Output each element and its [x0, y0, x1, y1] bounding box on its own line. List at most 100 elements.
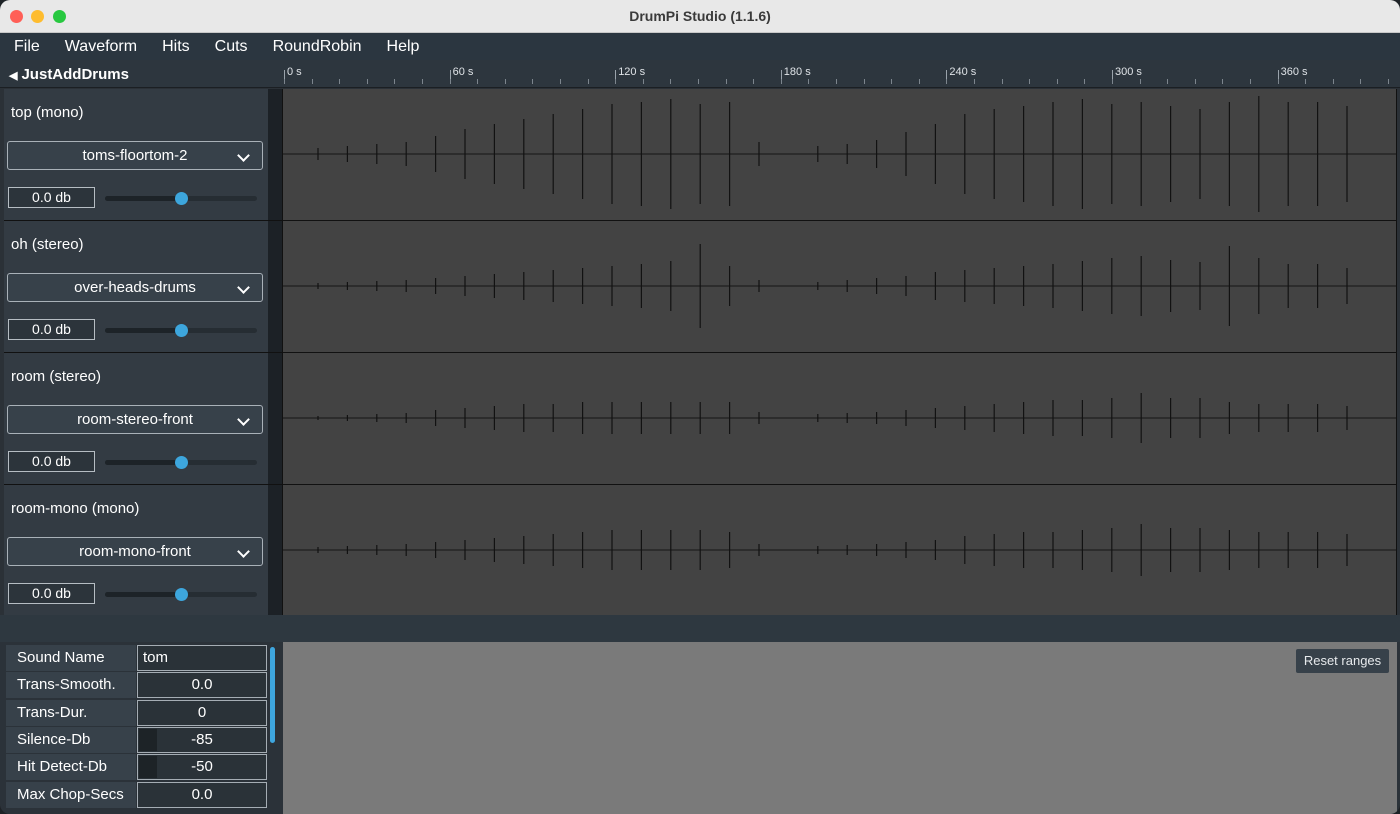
ruler-minor-tick: [422, 79, 423, 84]
param-value-field[interactable]: 0.0: [137, 781, 267, 808]
menu-file[interactable]: File: [14, 38, 40, 56]
ruler-minor-tick: [1002, 79, 1003, 84]
ruler-minor-tick: [781, 79, 782, 84]
chevron-down-icon: [237, 281, 250, 294]
track-name: oh (stereo): [11, 236, 84, 253]
ruler-minor-tick: [726, 79, 727, 84]
param-row: Max Chop-Secs 0.0: [6, 781, 268, 809]
waveform-graphic: [283, 393, 1396, 443]
track-gain-slider[interactable]: [105, 192, 257, 205]
menu-roundrobin[interactable]: RoundRobin: [273, 38, 362, 56]
track-waveform[interactable]: [283, 353, 1396, 484]
ruler-minor-tick: [560, 79, 561, 84]
project-name: JustAddDrums: [21, 66, 129, 83]
track-waveform[interactable]: [283, 221, 1396, 352]
track-preset-dropdown[interactable]: over-heads-drums: [7, 273, 263, 302]
param-value-field[interactable]: tom: [137, 645, 267, 671]
ruler-label: 0 s: [287, 66, 302, 78]
param-value-field[interactable]: -85: [137, 726, 267, 753]
track-gain-field[interactable]: 0.0 db: [8, 451, 95, 472]
track-controls: room (stereo) room-stereo-front 0.0 db: [4, 353, 268, 484]
menu-hits[interactable]: Hits: [162, 38, 190, 56]
ruler-minor-tick: [698, 79, 699, 84]
param-label: Max Chop-Secs: [6, 781, 136, 808]
ruler-label: 180 s: [783, 66, 811, 78]
ruler-minor-tick: [1195, 79, 1196, 84]
param-row: Trans-Dur. 0: [6, 699, 268, 727]
menu-waveform[interactable]: Waveform: [65, 38, 137, 56]
params-scrollbar[interactable]: [270, 647, 275, 743]
chevron-down-icon: [237, 413, 250, 426]
track-gain-slider[interactable]: [105, 324, 257, 337]
menu-help[interactable]: Help: [387, 38, 420, 56]
menu-cuts[interactable]: Cuts: [215, 38, 248, 56]
param-label: Trans-Smooth.: [6, 672, 136, 699]
panel-divider[interactable]: [0, 615, 1400, 642]
ruler-minor-tick: [1222, 79, 1223, 84]
track-controls: oh (stereo) over-heads-drums 0.0 db: [4, 221, 268, 352]
slider-thumb[interactable]: [175, 456, 188, 469]
track-gain-slider[interactable]: [105, 588, 257, 601]
param-row: Sound Name tom: [6, 645, 268, 672]
waveform-graphic: [283, 524, 1396, 576]
param-row: Silence-Db -85: [6, 726, 268, 754]
param-label: Trans-Dur.: [6, 699, 136, 726]
track-gain-slider[interactable]: [105, 456, 257, 469]
param-value: 0.0: [191, 785, 213, 803]
param-value-field[interactable]: 0.0: [137, 672, 267, 699]
track-name: room (stereo): [11, 368, 102, 385]
slider-thumb[interactable]: [175, 324, 188, 337]
ruler-label: 240 s: [949, 66, 977, 78]
ruler-minor-tick: [919, 79, 920, 84]
track-preset-value: over-heads-drums: [74, 279, 196, 296]
track-name: top (mono): [11, 104, 84, 121]
ruler-minor-tick: [394, 79, 395, 84]
chevron-down-icon: [237, 149, 250, 162]
track-preset-dropdown[interactable]: toms-floortom-2: [7, 141, 263, 170]
slider-thumb[interactable]: [175, 192, 188, 205]
reset-ranges-button[interactable]: Reset ranges: [1296, 649, 1389, 673]
param-row: Hit Detect-Db -50: [6, 754, 268, 781]
waveform-graphic: [283, 96, 1396, 212]
slider-fill: [105, 460, 181, 465]
track-preset-value: toms-floortom-2: [82, 147, 188, 164]
param-value: -50: [191, 758, 213, 776]
ruler-minor-tick: [1029, 79, 1030, 84]
param-value: 0.0: [191, 676, 213, 694]
project-toggle[interactable]: ◀ JustAddDrums: [9, 66, 129, 83]
track-preset-dropdown[interactable]: room-stereo-front: [7, 405, 263, 434]
ruler-minor-tick: [808, 79, 809, 84]
track-row: top (mono) toms-floortom-2 0.0 db: [4, 89, 1397, 220]
ruler-minor-tick: [1360, 79, 1361, 84]
time-ruler[interactable]: 0 s 60 s 120 s 180 s 240 s 300 s 360 s: [283, 60, 1400, 88]
track-gain-field[interactable]: 0.0 db: [8, 187, 95, 208]
ruler-minor-tick: [974, 79, 975, 84]
ruler-label: 360 s: [1280, 66, 1308, 78]
track-waveform[interactable]: [283, 89, 1396, 220]
ruler-minor-tick: [505, 79, 506, 84]
track-gain-field[interactable]: 0.0 db: [8, 583, 95, 604]
track-preset-value: room-stereo-front: [77, 411, 193, 428]
ruler-minor-tick: [588, 79, 589, 84]
track-preset-value: room-mono-front: [79, 543, 191, 560]
param-value-field[interactable]: -50: [137, 754, 267, 781]
track-controls: room-mono (mono) room-mono-front 0.0 db: [4, 485, 268, 616]
param-value: tom: [143, 649, 169, 666]
track-separator: [268, 89, 282, 220]
ruler-minor-tick: [450, 79, 451, 84]
track-preset-dropdown[interactable]: room-mono-front: [7, 537, 263, 566]
track-separator: [268, 221, 282, 352]
ruler-minor-tick: [864, 79, 865, 84]
param-level-bar: [139, 756, 157, 779]
param-label: Silence-Db: [6, 726, 136, 753]
track-waveform[interactable]: [283, 485, 1396, 616]
ruler-minor-tick: [615, 79, 616, 84]
ruler-label: 300 s: [1115, 66, 1142, 78]
slider-thumb[interactable]: [175, 588, 188, 601]
hit-preview-area[interactable]: Reset ranges: [283, 642, 1397, 814]
param-value-field[interactable]: 0: [137, 699, 267, 726]
track-gain-field[interactable]: 0.0 db: [8, 319, 95, 340]
param-value: 0: [197, 703, 207, 721]
ruler-minor-tick: [1167, 79, 1168, 84]
ruler-label: 60 s: [452, 66, 474, 78]
